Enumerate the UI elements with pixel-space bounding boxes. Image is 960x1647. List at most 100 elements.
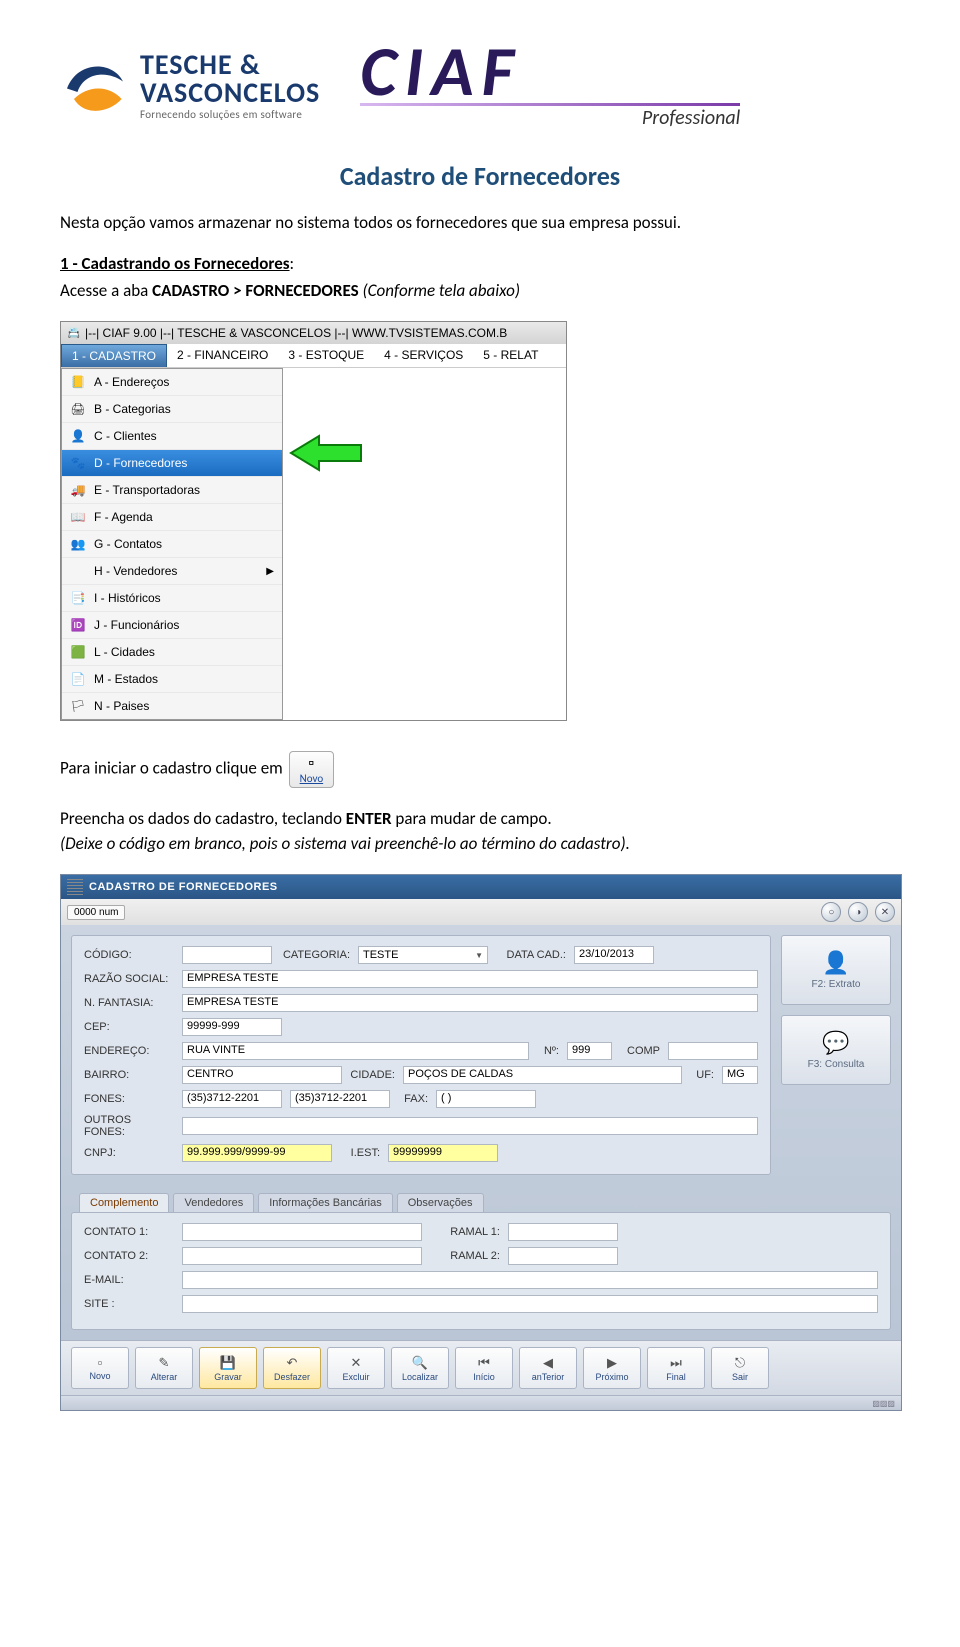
- form-titlebar: CADASTRO DE FORNECEDORES: [61, 875, 901, 899]
- uf-label: UF:: [690, 1069, 714, 1081]
- menu-item-contatos[interactable]: 👥G - Contatos: [62, 531, 282, 558]
- email-input[interactable]: [182, 1271, 878, 1289]
- datacad-input[interactable]: 23/10/2013: [574, 946, 654, 964]
- contato1-input[interactable]: [182, 1223, 422, 1241]
- novo-instruction: Para iniciar o cadastro clique em ▫ Novo: [60, 751, 900, 788]
- tab-info-bancarias[interactable]: Informações Bancárias: [258, 1193, 393, 1212]
- tab-vendedores[interactable]: Vendedores: [173, 1193, 254, 1212]
- menu-item-clientes[interactable]: 👤C - Clientes: [62, 423, 282, 450]
- menu-3-estoque[interactable]: 3 - ESTOQUE: [278, 344, 374, 367]
- num-label: Nº:: [537, 1045, 559, 1057]
- tab-observacoes[interactable]: Observações: [397, 1193, 484, 1212]
- f3-consulta-button[interactable]: 💬 F3: Consulta: [781, 1015, 891, 1085]
- ramal2-input[interactable]: [508, 1247, 618, 1265]
- f2-extrato-button[interactable]: 👤 F2: Extrato: [781, 935, 891, 1005]
- novo-label: Novo: [300, 772, 324, 785]
- form-statusbar: ▨▨▨: [61, 1395, 901, 1410]
- fone1-input[interactable]: (35)3712-2201: [182, 1090, 282, 1108]
- menu-1-cadastro[interactable]: 1 - CADASTRO: [61, 344, 167, 367]
- circle-btn-3[interactable]: ✕: [875, 902, 895, 922]
- person-shadow-icon: 👤: [822, 950, 849, 976]
- menu-item-transportadoras[interactable]: 🚚E - Transportadoras: [62, 477, 282, 504]
- btn-localizar[interactable]: 🔍Localizar: [391, 1347, 449, 1389]
- sub-tab[interactable]: 0000 num: [67, 905, 125, 920]
- novo-pre: Para iniciar o cadastro clique em: [60, 758, 283, 779]
- novo-button[interactable]: ▫ Novo: [289, 751, 335, 788]
- cnpj-input[interactable]: 99.999.999/9999-99: [182, 1144, 332, 1162]
- btn-anterior[interactable]: ◀anTerior: [519, 1347, 577, 1389]
- chevron-down-icon: ▼: [475, 951, 483, 960]
- header-logos: TESCHE & VASCONCELOS Fornecendo soluções…: [60, 40, 900, 130]
- tab-complemento[interactable]: Complemento: [79, 1193, 169, 1212]
- btn-sair[interactable]: ⎋Sair: [711, 1347, 769, 1389]
- iest-label: I.EST:: [340, 1147, 380, 1159]
- new-file-icon: ▫: [309, 756, 315, 772]
- menu-item-paises[interactable]: 🏳N - Paises: [62, 693, 282, 719]
- new-icon: ▫: [98, 1355, 103, 1370]
- categoria-select[interactable]: TESTE▼: [358, 946, 488, 964]
- btn-inicio[interactable]: ⏮Início: [455, 1347, 513, 1389]
- btn-alterar[interactable]: ✎Alterar: [135, 1347, 193, 1389]
- cnpj-label: CNPJ:: [84, 1147, 174, 1159]
- tab-complemento-content: CONTATO 1: RAMAL 1: CONTATO 2: RAMAL 2: …: [71, 1212, 891, 1330]
- fill-pre: Preencha os dados do cadastro, teclando: [60, 808, 346, 829]
- endereco-input[interactable]: RUA VINTE: [182, 1042, 529, 1060]
- btn-proximo[interactable]: ▶Próximo: [583, 1347, 641, 1389]
- save-icon: 💾: [220, 1355, 236, 1371]
- grip-icon: [67, 879, 83, 895]
- cidade-label: CIDADE:: [350, 1069, 395, 1081]
- btn-final[interactable]: ⏭Final: [647, 1347, 705, 1389]
- form-tabstrip: Complemento Vendedores Informações Bancá…: [61, 1185, 901, 1212]
- menu-item-agenda[interactable]: 📖F - Agenda: [62, 504, 282, 531]
- ramal1-input[interactable]: [508, 1223, 618, 1241]
- num-input[interactable]: 999: [567, 1042, 612, 1060]
- app-icon: 📇: [67, 326, 81, 340]
- btn-label: Desfazer: [274, 1372, 310, 1382]
- site-input[interactable]: [182, 1295, 878, 1313]
- codigo-input[interactable]: [182, 946, 272, 964]
- resize-grip-icon: ▨▨▨: [872, 1399, 895, 1408]
- flags-icon: 🏳: [70, 698, 86, 714]
- menu-item-historicos[interactable]: 📑I - Históricos: [62, 585, 282, 612]
- btn-novo[interactable]: ▫Novo: [71, 1347, 129, 1389]
- btn-label: Final: [666, 1372, 686, 1382]
- menu-4-servicos[interactable]: 4 - SERVIÇOS: [374, 344, 473, 367]
- section-1-path: CADASTRO > FORNECEDORES: [152, 280, 362, 301]
- menu-item-vendedores[interactable]: H - Vendedores▶: [62, 558, 282, 585]
- menu-2-financeiro[interactable]: 2 - FINANCEIRO: [167, 344, 278, 367]
- fax-input[interactable]: ( ): [436, 1090, 536, 1108]
- outros-input[interactable]: [182, 1117, 758, 1135]
- menu-item-funcionarios[interactable]: 🆔J - Funcionários: [62, 612, 282, 639]
- comp-input[interactable]: [668, 1042, 758, 1060]
- cidade-input[interactable]: POÇOS DE CALDAS: [403, 1066, 682, 1084]
- fone2-input[interactable]: (35)3712-2201: [290, 1090, 390, 1108]
- btn-gravar[interactable]: 💾Gravar: [199, 1347, 257, 1389]
- exit-icon: ⎋: [735, 1355, 745, 1371]
- menu-item-label: C - Clientes: [94, 429, 157, 443]
- ramal2-label: RAMAL 2:: [430, 1250, 500, 1262]
- circle-btn-1[interactable]: ○: [821, 902, 841, 922]
- bairro-input[interactable]: CENTRO: [182, 1066, 342, 1084]
- form-bottombar: ▫Novo ✎Alterar 💾Gravar ↶Desfazer ✕Exclui…: [61, 1340, 901, 1395]
- btn-excluir[interactable]: ✕Excluir: [327, 1347, 385, 1389]
- contato2-input[interactable]: [182, 1247, 422, 1265]
- bairro-label: BAIRRO:: [84, 1069, 174, 1081]
- fantasia-input[interactable]: EMPRESA TESTE: [182, 994, 758, 1012]
- menu-item-fornecedores[interactable]: 🐾D - Fornecedores: [62, 450, 282, 477]
- ramal1-label: RAMAL 1:: [430, 1226, 500, 1238]
- razao-input[interactable]: EMPRESA TESTE: [182, 970, 758, 988]
- cep-input[interactable]: 99999-999: [182, 1018, 282, 1036]
- search-icon: 🔍: [412, 1355, 428, 1371]
- form-body: CÓDIGO: CATEGORIA: TESTE▼ DATA CAD.: 23/…: [61, 925, 901, 1185]
- menu-item-categorias[interactable]: 🖨B - Categorias: [62, 396, 282, 423]
- circle-btn-2[interactable]: ◑: [848, 902, 868, 922]
- btn-label: Localizar: [402, 1372, 438, 1382]
- menu-item-cidades[interactable]: 🟩L - Cidades: [62, 639, 282, 666]
- uf-input[interactable]: MG: [722, 1066, 758, 1084]
- menu-item-enderecos[interactable]: 📒A - Endereços: [62, 369, 282, 396]
- btn-desfazer[interactable]: ↶Desfazer: [263, 1347, 321, 1389]
- menu-5-relat[interactable]: 5 - RELAT: [473, 344, 548, 367]
- menu-item-estados[interactable]: 📄M - Estados: [62, 666, 282, 693]
- undo-icon: ↶: [287, 1355, 298, 1371]
- iest-input[interactable]: 99999999: [388, 1144, 498, 1162]
